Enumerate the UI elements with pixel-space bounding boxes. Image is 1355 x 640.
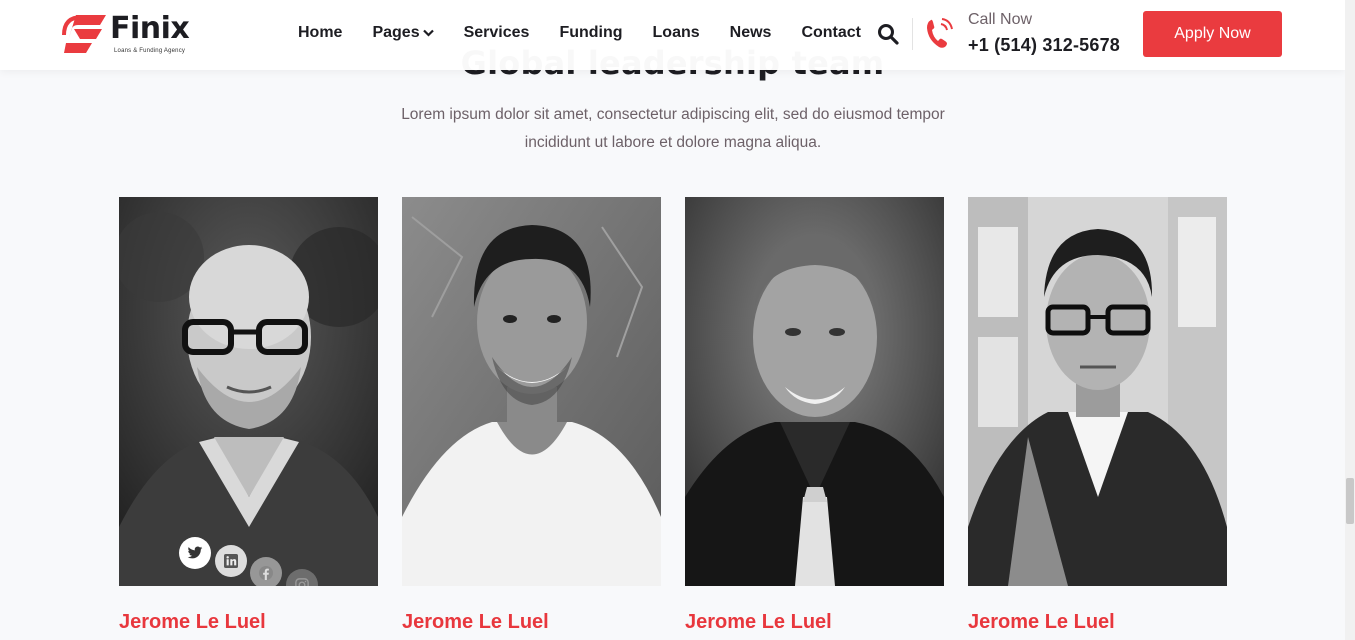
- nav-item-pages[interactable]: Pages: [372, 24, 434, 42]
- team-member-card[interactable]: Jerome Le Luel: [119, 197, 378, 640]
- team-member-card[interactable]: Jerome Le Luel: [968, 197, 1227, 640]
- team-grid: Jerome Le Luel Jerome Le Luel Jerome Le …: [119, 197, 1227, 640]
- section-description: Lorem ipsum dolor sit amet, consectetur …: [401, 106, 945, 151]
- facebook-icon[interactable]: [250, 557, 282, 586]
- site-header: Finix Loans & Funding Agency Home Pages …: [0, 0, 1345, 70]
- team-member-photo[interactable]: [685, 197, 944, 586]
- team-member-name[interactable]: Jerome Le Luel: [119, 611, 266, 634]
- page-scrollbar[interactable]: [1345, 0, 1355, 640]
- chevron-down-icon: [422, 29, 434, 37]
- linkedin-icon[interactable]: [215, 545, 247, 577]
- search-icon[interactable]: [877, 23, 899, 45]
- nav-item-funding[interactable]: Funding: [559, 24, 622, 42]
- nav-item-contact[interactable]: Contact: [801, 24, 861, 42]
- brand-name: Finix: [110, 11, 190, 46]
- nav-item-services[interactable]: Services: [464, 24, 530, 42]
- team-member-photo[interactable]: [119, 197, 378, 586]
- team-member-photo[interactable]: [968, 197, 1227, 586]
- instagram-icon[interactable]: [286, 569, 318, 586]
- apply-now-button[interactable]: Apply Now: [1143, 11, 1282, 57]
- social-links: [179, 537, 329, 586]
- main-nav: Home Pages Services Funding Loans News C…: [298, 24, 891, 42]
- team-member-name[interactable]: Jerome Le Luel: [968, 611, 1115, 634]
- nav-item-home[interactable]: Home: [298, 24, 342, 42]
- team-member-photo[interactable]: [402, 197, 661, 586]
- brand-tagline: Loans & Funding Agency: [114, 48, 186, 54]
- logo-mark-icon: [62, 15, 106, 53]
- header-divider: [912, 18, 913, 50]
- team-member-card[interactable]: Jerome Le Luel: [685, 197, 944, 640]
- call-now-label: Call Now: [968, 11, 1033, 28]
- call-phone-number[interactable]: +1 (514) 312-5678: [968, 35, 1120, 56]
- team-member-name[interactable]: Jerome Le Luel: [402, 611, 549, 634]
- team-member-card[interactable]: Jerome Le Luel: [402, 197, 661, 640]
- nav-item-news[interactable]: News: [730, 24, 772, 42]
- twitter-icon[interactable]: [179, 537, 211, 569]
- brand-logo[interactable]: Finix Loans & Funding Agency: [62, 11, 202, 57]
- scrollbar-thumb[interactable]: [1346, 478, 1354, 524]
- phone-icon: [927, 18, 953, 48]
- nav-item-loans[interactable]: Loans: [653, 24, 700, 42]
- team-member-name[interactable]: Jerome Le Luel: [685, 611, 832, 634]
